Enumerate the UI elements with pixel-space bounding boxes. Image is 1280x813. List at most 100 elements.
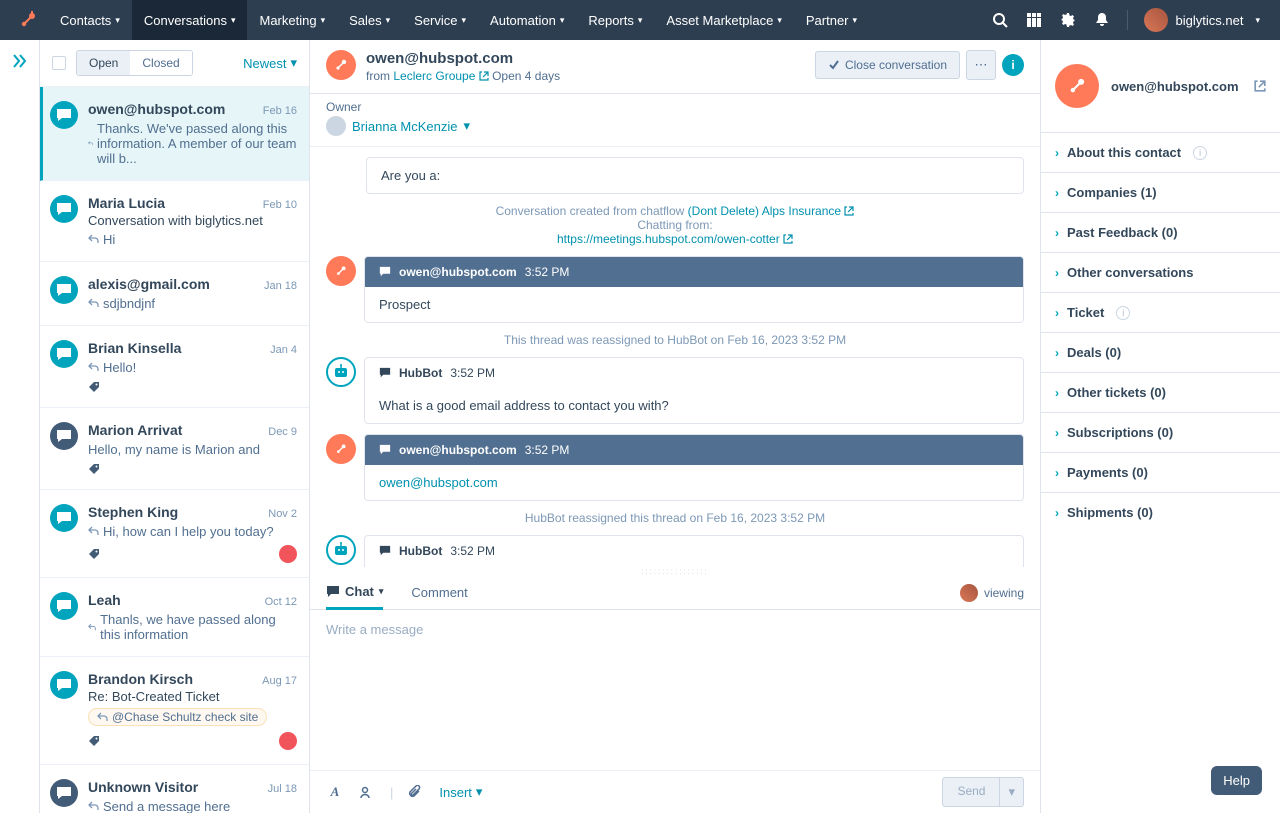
- nav-item-sales[interactable]: Sales ▾: [337, 0, 402, 40]
- chevron-right-icon: ›: [1055, 306, 1059, 320]
- nav-item-asset-marketplace[interactable]: Asset Marketplace ▾: [654, 0, 793, 40]
- nav-item-service[interactable]: Service ▾: [402, 0, 478, 40]
- chat-tab[interactable]: Chat ▾: [326, 576, 383, 610]
- user-avatar-icon: [1144, 8, 1168, 32]
- search-icon[interactable]: [991, 11, 1009, 29]
- nav-item-reports[interactable]: Reports ▾: [576, 0, 654, 40]
- thread-item[interactable]: LeahOct 12 Thanls, we have passed along …: [40, 578, 309, 657]
- resize-handle[interactable]: ::::::::::::::::: [310, 567, 1040, 576]
- panel-section[interactable]: › Shipments (0): [1041, 492, 1280, 532]
- chatflow-link[interactable]: (Dont Delete) Alps Insurance: [688, 204, 855, 218]
- viewing-indicator: viewing: [960, 584, 1024, 602]
- chatflow-note: Conversation created from chatflow (Dont…: [326, 204, 1024, 246]
- panel-section-label: Payments (0): [1067, 465, 1148, 480]
- thread-item[interactable]: Unknown VisitorJul 18 Send a message her…: [40, 765, 309, 813]
- panel-section-label: Past Feedback (0): [1067, 225, 1178, 240]
- personalize-icon[interactable]: [358, 785, 376, 799]
- owner-dropdown[interactable]: Brianna McKenzie ▾: [326, 116, 1024, 136]
- chevron-down-icon: ▾: [560, 15, 565, 26]
- chat-icon: [50, 779, 78, 807]
- system-note: HubBot reassigned this thread on Feb 16,…: [326, 511, 1024, 525]
- chevron-down-icon: ▾: [290, 55, 297, 71]
- sort-label: Newest: [243, 56, 286, 71]
- send-options-button[interactable]: ▾: [1000, 777, 1024, 807]
- panel-section-label: About this contact: [1067, 145, 1181, 160]
- thread-item[interactable]: Stephen KingNov 2 Hi, how can I help you…: [40, 490, 309, 578]
- inbox-controls: Open Closed Newest ▾: [40, 40, 309, 87]
- conversation-pane: owen@hubspot.com from Leclerc Groupe Ope…: [310, 40, 1040, 813]
- nav-item-conversations[interactable]: Conversations ▾: [132, 0, 248, 40]
- chevron-right-icon: ›: [1055, 186, 1059, 200]
- info-button[interactable]: i: [1002, 54, 1024, 76]
- thread-item[interactable]: Brandon KirschAug 17Re: Bot-Created Tick…: [40, 657, 309, 765]
- open-record-icon[interactable]: [1254, 80, 1266, 92]
- close-conversation-button[interactable]: Close conversation: [815, 51, 960, 79]
- message: HubBot3:52 PMThanks. We've passed along …: [326, 535, 1024, 567]
- chevron-right-icon: ›: [1055, 226, 1059, 240]
- more-actions-button[interactable]: ⋯: [966, 50, 996, 80]
- visitor-avatar-icon: [326, 434, 356, 464]
- help-button[interactable]: Help: [1211, 766, 1262, 795]
- notifications-icon[interactable]: [1093, 11, 1111, 29]
- panel-section[interactable]: ›Companies (1): [1041, 172, 1280, 212]
- prelude-card: Are you a:: [366, 157, 1024, 194]
- chevron-down-icon: ▾: [777, 15, 782, 26]
- hubspot-logo[interactable]: [16, 8, 40, 32]
- message-scroll[interactable]: Are you a: Conversation created from cha…: [310, 147, 1040, 567]
- panel-section[interactable]: ›About this contact i: [1041, 132, 1280, 172]
- open-filter-button[interactable]: Open: [77, 51, 130, 75]
- account-menu[interactable]: biglytics.net ▾: [1144, 8, 1260, 32]
- nav-divider: [1127, 10, 1128, 30]
- insert-dropdown[interactable]: Insert▾: [439, 784, 482, 800]
- panel-section[interactable]: › Past Feedback (0): [1041, 212, 1280, 252]
- thread-item[interactable]: Maria LuciaFeb 10Conversation with bigly…: [40, 181, 309, 262]
- contact-panel: owen@hubspot.com ›About this contact i›C…: [1040, 40, 1280, 813]
- collapse-rail: [0, 40, 40, 813]
- open-closed-toggle: Open Closed: [76, 50, 193, 76]
- message-body: Prospect: [365, 287, 1023, 322]
- nav-item-marketing[interactable]: Marketing ▾: [247, 0, 337, 40]
- panel-section[interactable]: ›Subscriptions (0): [1041, 412, 1280, 452]
- panel-section[interactable]: ›Deals (0): [1041, 332, 1280, 372]
- expand-sidebar-button[interactable]: [12, 54, 28, 813]
- message-input[interactable]: Write a message: [310, 610, 1040, 770]
- thread-item[interactable]: Marion ArrivatDec 9Hello, my name is Mar…: [40, 408, 309, 490]
- contact-panel-name[interactable]: owen@hubspot.com: [1111, 79, 1242, 94]
- nav-item-contacts[interactable]: Contacts ▾: [48, 0, 132, 40]
- thread-item[interactable]: owen@hubspot.comFeb 16 Thanks. We've pas…: [40, 87, 309, 181]
- nav-item-partner[interactable]: Partner ▾: [794, 0, 869, 40]
- panel-section[interactable]: ›Ticket i: [1041, 292, 1280, 332]
- chevron-right-icon: ›: [1055, 506, 1059, 520]
- thread-item[interactable]: alexis@gmail.comJan 18 sdjbndjnf: [40, 262, 309, 326]
- viewer-avatar-icon: [960, 584, 978, 602]
- settings-icon[interactable]: [1059, 11, 1077, 29]
- owner-row: Owner Brianna McKenzie ▾: [310, 94, 1040, 147]
- owner-label: Owner: [326, 100, 1024, 114]
- company-link[interactable]: Leclerc Groupe: [393, 69, 488, 83]
- contact-panel-avatar-icon: [1055, 64, 1099, 108]
- chevron-down-icon: ▾: [476, 784, 483, 800]
- closed-filter-button[interactable]: Closed: [130, 51, 191, 75]
- select-all-checkbox[interactable]: [52, 56, 66, 70]
- chevron-down-icon: ▾: [853, 15, 858, 26]
- panel-section-label: Shipments (0): [1067, 505, 1153, 520]
- chat-icon: [50, 671, 78, 699]
- send-button[interactable]: Send: [942, 777, 1000, 807]
- thread-item[interactable]: Brian KinsellaJan 4 Hello!: [40, 326, 309, 408]
- nav-right: biglytics.net ▾: [991, 8, 1272, 32]
- nav-item-automation[interactable]: Automation ▾: [478, 0, 576, 40]
- panel-section-label: Subscriptions (0): [1067, 425, 1173, 440]
- marketplace-icon[interactable]: [1025, 11, 1043, 29]
- panel-section[interactable]: ›Other tickets (0): [1041, 372, 1280, 412]
- comment-tab[interactable]: Comment: [411, 577, 467, 608]
- message-header: owen@hubspot.com3:52 PM: [365, 435, 1023, 465]
- chevron-right-icon: ›: [1055, 466, 1059, 480]
- text-format-icon[interactable]: A: [326, 784, 344, 800]
- sort-dropdown[interactable]: Newest ▾: [243, 55, 297, 71]
- chatting-from-link[interactable]: https://meetings.hubspot.com/owen-cotter: [557, 232, 793, 246]
- conversation-header: owen@hubspot.com from Leclerc Groupe Ope…: [310, 40, 1040, 94]
- panel-section[interactable]: ›Other conversations: [1041, 252, 1280, 292]
- attachment-icon[interactable]: [407, 785, 425, 799]
- account-name: biglytics.net: [1176, 13, 1244, 28]
- panel-section[interactable]: › Payments (0): [1041, 452, 1280, 492]
